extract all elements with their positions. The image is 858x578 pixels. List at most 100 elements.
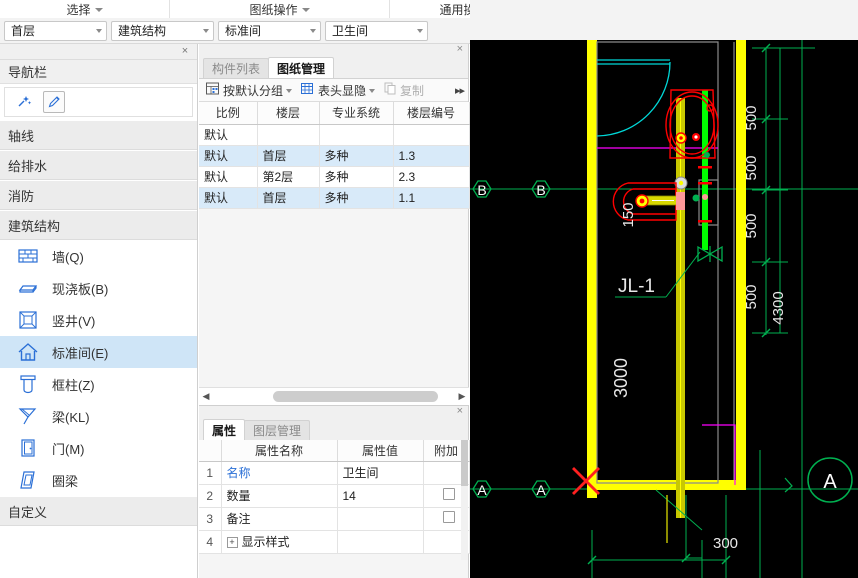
row-index: 4 bbox=[199, 530, 222, 554]
header-visibility-button[interactable]: 表头显隐 bbox=[298, 81, 378, 100]
tab-drawing-manager[interactable]: 图纸管理 bbox=[268, 57, 335, 78]
label-jl-1: JL-1 bbox=[618, 276, 655, 297]
sidebar-item-frame-column[interactable]: 框柱(Z) bbox=[0, 368, 197, 400]
prop-name-expandable[interactable]: + 显示样式 bbox=[221, 530, 338, 554]
chevron-down-icon[interactable] bbox=[369, 89, 376, 93]
attach-checkbox[interactable] bbox=[442, 488, 455, 500]
cad-canvas[interactable]: 500 500 500 500 4300 150 3000 300 1300 J… bbox=[470, 40, 858, 578]
nav-group-plumbing[interactable]: 给排水 bbox=[0, 150, 197, 180]
column-header-prop-name: 属性名称 bbox=[221, 440, 338, 462]
ring-beam-icon bbox=[16, 469, 40, 491]
column-header-floor-no[interactable]: 楼层编号 bbox=[393, 102, 470, 125]
sidebar-item-slab[interactable]: 现浇板(B) bbox=[0, 272, 197, 304]
column-header-system[interactable]: 专业系统 bbox=[319, 102, 394, 125]
nav-group-structure[interactable]: 建筑结构 bbox=[0, 210, 197, 240]
properties-row[interactable]: 2 数量 14 bbox=[199, 484, 470, 508]
chevron-down-icon bbox=[310, 28, 316, 33]
edit-pencil-icon[interactable] bbox=[43, 91, 65, 113]
floor-select[interactable]: 首层 bbox=[4, 20, 107, 41]
nav-group-fire[interactable]: 消防 bbox=[0, 180, 197, 210]
copy-button[interactable]: 复制 bbox=[381, 81, 427, 100]
tab-component-list[interactable]: 构件列表 bbox=[203, 58, 270, 78]
nav-group-label: 建筑结构 bbox=[8, 218, 61, 234]
axis-marker-a-large[interactable]: A bbox=[807, 457, 853, 503]
chevron-down-icon bbox=[301, 8, 310, 12]
row-index: 1 bbox=[199, 461, 222, 485]
prop-value[interactable]: 14 bbox=[337, 484, 424, 508]
menu-item-drawing-ops[interactable]: 图纸操作 bbox=[170, 0, 390, 18]
slab-icon bbox=[16, 277, 40, 299]
door-swing-icon bbox=[596, 59, 671, 137]
sidebar-item-wall[interactable]: 墙(Q) bbox=[0, 240, 197, 272]
scroll-right-icon[interactable]: ▶ bbox=[455, 391, 469, 402]
sidebar-item-label: 竖井(V) bbox=[52, 313, 96, 329]
prop-name: 数量 bbox=[221, 484, 338, 508]
properties-row[interactable]: 3 备注 bbox=[199, 507, 470, 531]
sidebar-item-label: 标准间(E) bbox=[52, 345, 109, 361]
tab-properties[interactable]: 属性 bbox=[203, 419, 246, 440]
cad-top-strip bbox=[470, 0, 858, 40]
prop-name: 显示样式 bbox=[241, 535, 290, 549]
toolbar-overflow-icon[interactable]: ▸▸ bbox=[455, 84, 465, 97]
table-row[interactable]: 默认 第2层 多种 2.3 bbox=[199, 166, 470, 188]
column-header-scale[interactable]: 比例 bbox=[199, 102, 258, 125]
scrollbar-thumb[interactable] bbox=[273, 390, 438, 402]
scroll-left-icon[interactable]: ◀ bbox=[199, 391, 213, 402]
drawing-table-hscrollbar[interactable]: ◀ ▶ bbox=[199, 387, 469, 404]
drawing-table: 比例 楼层 专业系统 楼层编号 默认 默认 首层 多种 1.3 默认 第2层 多… bbox=[199, 102, 470, 209]
nav-group-custom[interactable]: 自定义 bbox=[0, 496, 197, 526]
room-type-select[interactable]: 标准间 bbox=[218, 20, 321, 41]
scrollbar-track[interactable] bbox=[213, 390, 455, 402]
attach-checkbox[interactable] bbox=[442, 511, 455, 523]
column-header-floor[interactable]: 楼层 bbox=[257, 102, 320, 125]
axis-label: A bbox=[477, 482, 487, 498]
properties-row[interactable]: 4 + 显示样式 bbox=[199, 530, 470, 554]
close-icon[interactable]: × bbox=[457, 43, 463, 55]
table-row[interactable]: 默认 首层 多种 1.1 bbox=[199, 187, 470, 209]
properties-row[interactable]: 1 名称 卫生间 bbox=[199, 461, 470, 485]
nav-group-axis[interactable]: 轴线 bbox=[0, 120, 197, 150]
wall-icon bbox=[16, 245, 40, 267]
table-row[interactable]: 默认 首层 多种 1.3 bbox=[199, 145, 470, 167]
component-select[interactable]: 卫生间 bbox=[325, 20, 428, 41]
dim-3000: 3000 bbox=[611, 358, 631, 398]
close-icon[interactable]: × bbox=[457, 405, 463, 417]
close-icon[interactable]: × bbox=[179, 45, 191, 57]
dim-500-2: 500 bbox=[743, 155, 760, 180]
navigation-panel-titlebar: × bbox=[0, 44, 197, 60]
dim-500-1: 500 bbox=[743, 105, 760, 130]
tab-layer-manager[interactable]: 图层管理 bbox=[244, 420, 311, 440]
add-sparkle-icon[interactable] bbox=[13, 91, 35, 113]
properties-tabs: 属性 图层管理 bbox=[199, 418, 468, 440]
dimension-labels: 500 500 500 500 4300 150 3000 300 1300 bbox=[611, 105, 787, 578]
cell-system: 多种 bbox=[319, 145, 394, 167]
dim-500-4: 500 bbox=[743, 284, 760, 309]
group-by-default-button[interactable]: 按默认分组 bbox=[203, 81, 295, 100]
table-row[interactable]: 默认 bbox=[199, 124, 470, 146]
navigation-toolbar bbox=[4, 87, 193, 117]
sidebar-item-label: 梁(KL) bbox=[52, 409, 90, 425]
sidebar-item-beam[interactable]: 梁(KL) bbox=[0, 400, 197, 432]
floor-select-value: 首层 bbox=[11, 24, 36, 38]
prop-value[interactable]: 卫生间 bbox=[337, 461, 424, 485]
menu-item-select[interactable]: 选择 bbox=[0, 0, 170, 18]
sidebar-item-standard-room[interactable]: 标准间(E) bbox=[0, 336, 197, 368]
sidebar-item-door[interactable]: 门(M) bbox=[0, 432, 197, 464]
expand-plus-icon[interactable]: + bbox=[226, 537, 238, 549]
axis-label: B bbox=[477, 182, 486, 198]
sidebar-item-ring-beam[interactable]: 圈梁 bbox=[0, 464, 197, 496]
chevron-down-icon[interactable] bbox=[286, 89, 293, 93]
axis-arrow bbox=[784, 477, 793, 493]
prop-value[interactable] bbox=[337, 530, 424, 554]
discipline-select[interactable]: 建筑结构 bbox=[111, 20, 214, 41]
toolbar-label: 复制 bbox=[400, 83, 425, 98]
prop-value[interactable] bbox=[337, 507, 424, 531]
scrollbar-thumb[interactable] bbox=[461, 440, 468, 486]
room-icon bbox=[16, 341, 40, 363]
nav-group-label: 消防 bbox=[8, 188, 35, 204]
properties-vscrollbar[interactable] bbox=[461, 440, 468, 560]
sidebar-item-shaft[interactable]: 竖井(V) bbox=[0, 304, 197, 336]
chevron-down-icon bbox=[203, 28, 209, 33]
column-header-prop-value: 属性值 bbox=[337, 440, 424, 462]
axis-label: A bbox=[823, 471, 837, 493]
